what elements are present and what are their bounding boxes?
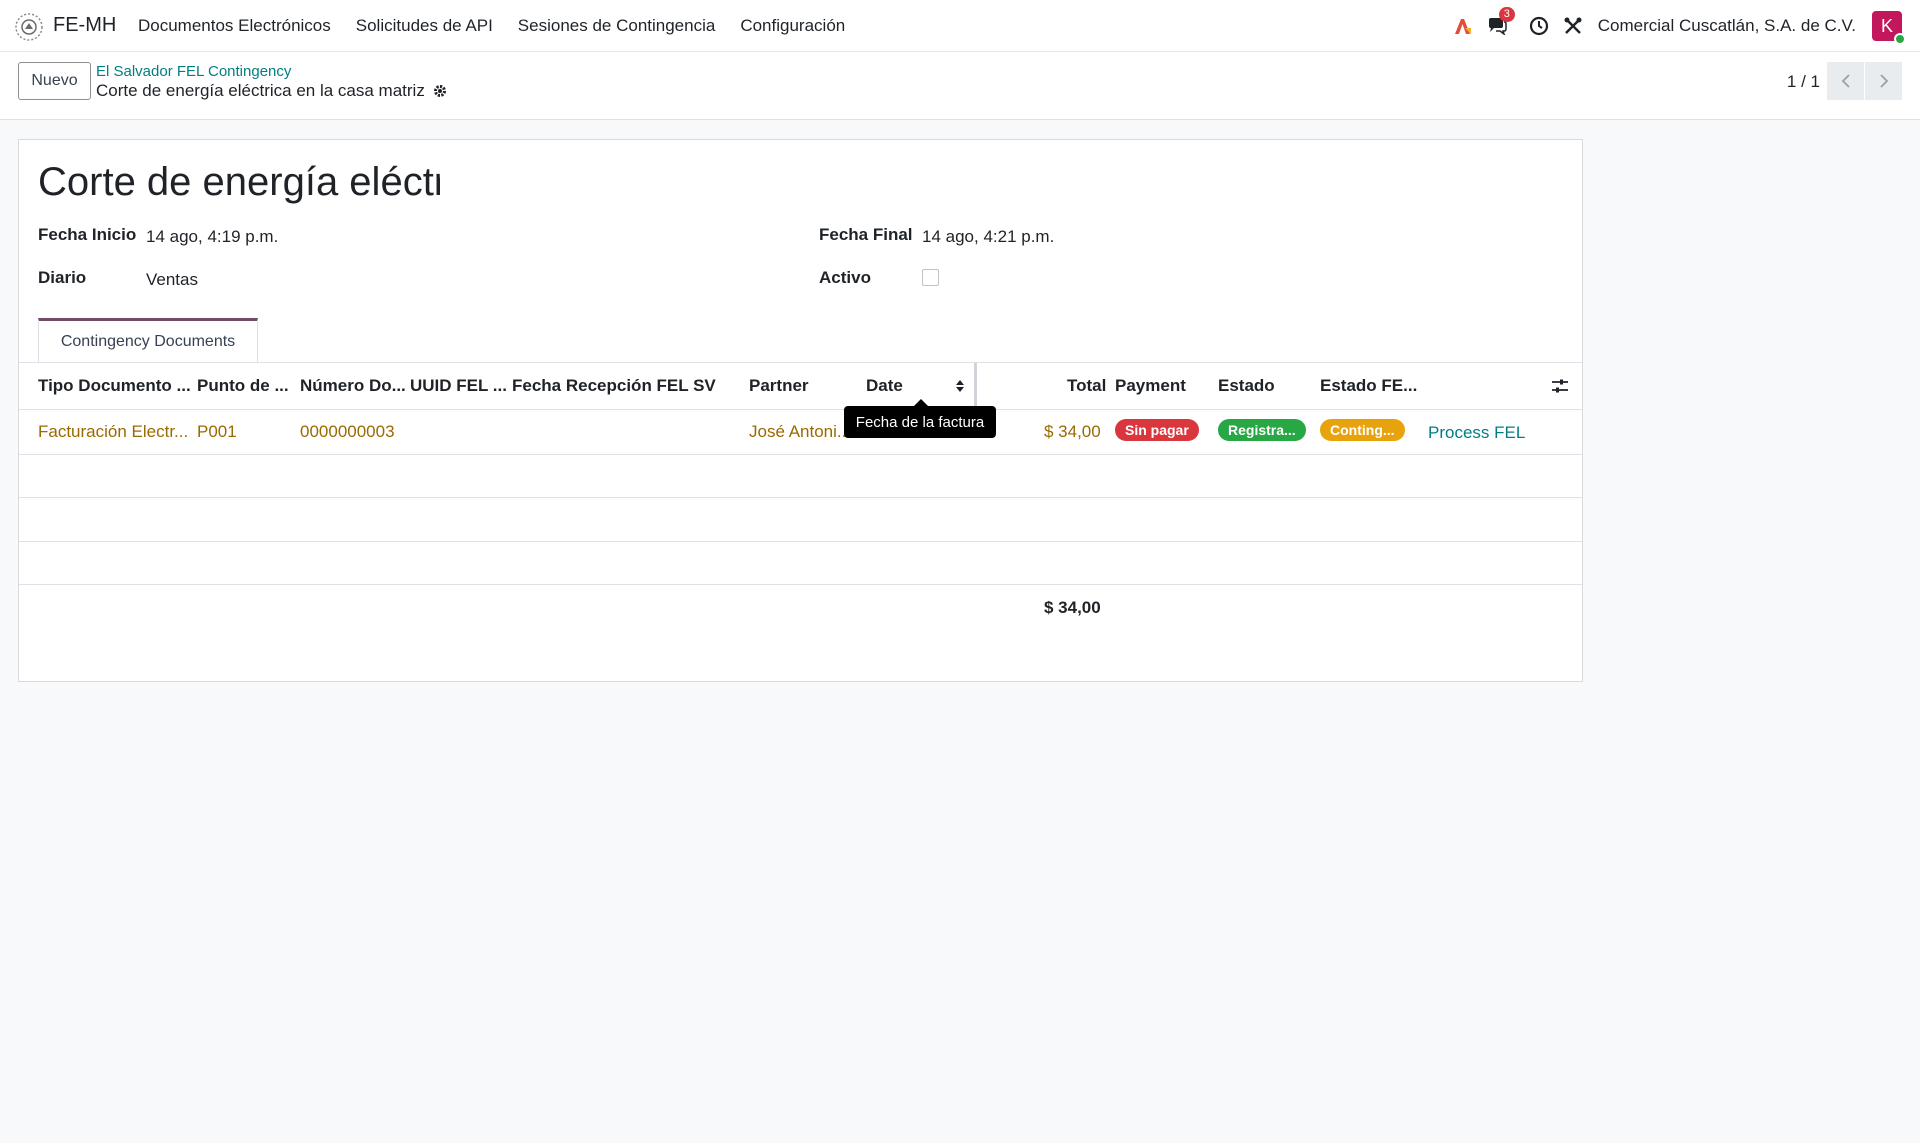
messages-icon[interactable]: 3 [1486, 7, 1515, 37]
diario-label: Diario [38, 268, 87, 287]
cell-numero[interactable]: 0000000003 [300, 422, 395, 442]
payment-status-badge: Sin pagar [1115, 419, 1199, 441]
menu-documentos-electronicos[interactable]: Documentos Electrónicos [138, 16, 331, 36]
breadcrumb-parent[interactable]: El Salvador FEL Contingency [96, 63, 291, 80]
cell-punto[interactable]: P001 [197, 422, 237, 442]
user-avatar[interactable]: K [1872, 11, 1906, 45]
activity-clock-icon[interactable] [1528, 15, 1550, 37]
debug-tools-icon[interactable] [1562, 15, 1584, 37]
menu-sesiones-contingencia[interactable]: Sesiones de Contingencia [518, 16, 716, 36]
app-name[interactable]: FE-MH [53, 14, 116, 37]
column-header-payment[interactable]: Payment [1115, 376, 1186, 396]
pager-value[interactable]: 1 / 1 [1787, 72, 1820, 92]
pager-next-button[interactable] [1865, 62, 1902, 100]
column-header-fecha-recepcion[interactable]: Fecha Recepción FEL SV [512, 376, 716, 396]
column-header-punto[interactable]: Punto de ... [197, 376, 289, 396]
date-column-tooltip: Fecha de la factura [844, 399, 996, 438]
new-button[interactable]: Nuevo [18, 62, 91, 100]
company-switcher[interactable]: Comercial Cuscatlán, S.A. de C.V. [1598, 16, 1856, 36]
column-header-numero[interactable]: Número Do... [300, 376, 406, 396]
optional-columns-icon[interactable] [1551, 377, 1569, 400]
footer-divider [19, 584, 1582, 585]
messages-badge: 3 [1498, 7, 1515, 22]
column-header-estado-fel[interactable]: Estado FE... [1320, 376, 1417, 396]
ai-icon[interactable] [1452, 15, 1474, 37]
tab-contingency-documents[interactable]: Contingency Documents [38, 318, 258, 363]
record-title-input[interactable]: Corte de energía eléctri [38, 160, 440, 205]
online-status-dot [1894, 33, 1906, 45]
control-panel: Nuevo El Salvador FEL Contingency Corte … [0, 52, 1920, 120]
avatar-initial: K [1880, 15, 1893, 36]
app-logo-icon[interactable] [14, 12, 44, 42]
activo-checkbox[interactable] [922, 269, 939, 286]
row-divider [19, 454, 1582, 455]
column-header-partner[interactable]: Partner [749, 376, 809, 396]
header-row-divider [19, 409, 1582, 410]
column-header-date[interactable]: Date [866, 376, 903, 396]
sort-icon[interactable] [955, 378, 965, 399]
footer-total: $ 34,00 [1044, 598, 1101, 617]
top-navbar: FE-MH Documentos Electrónicos Solicitude… [0, 0, 1920, 52]
fecha-inicio-field[interactable]: 14 ago, 4:19 p.m. [146, 227, 278, 247]
breadcrumb-current-label: Corte de energía eléctrica en la casa ma… [96, 81, 425, 100]
form-sheet: Corte de energía eléctri Fecha Inicio 14… [18, 139, 1583, 682]
estado-status-badge: Registra... [1218, 419, 1306, 441]
tab-divider [19, 362, 1582, 363]
fecha-inicio-label: Fecha Inicio [38, 225, 137, 244]
column-header-tipo-documento[interactable]: Tipo Documento ... [38, 376, 191, 396]
gear-icon[interactable] [433, 84, 447, 98]
chevron-left-icon [1841, 74, 1850, 88]
menu-solicitudes-api[interactable]: Solicitudes de API [356, 16, 493, 36]
row-divider [19, 497, 1582, 498]
menu-configuracion[interactable]: Configuración [740, 16, 845, 36]
diario-field[interactable]: Ventas [146, 270, 198, 290]
systray: 3 Comercial Cuscatlán, S.A. de C.V. K [1440, 7, 1906, 45]
breadcrumb-current: Corte de energía eléctrica en la casa ma… [96, 81, 447, 101]
chevron-right-icon [1879, 74, 1888, 88]
cell-partner[interactable]: José Antoni... [749, 422, 851, 442]
column-header-total[interactable]: Total [1067, 376, 1106, 396]
process-fel-button[interactable]: Process FEL [1428, 423, 1525, 443]
column-resize-handle[interactable] [974, 363, 977, 409]
activo-label: Activo [819, 268, 871, 287]
cell-total[interactable]: $ 34,00 [1044, 422, 1101, 442]
row-divider [19, 541, 1582, 542]
main-menu: Documentos Electrónicos Solicitudes de A… [138, 16, 870, 36]
fecha-final-label: Fecha Final [819, 225, 913, 244]
estado-fel-status-badge: Conting... [1320, 419, 1405, 441]
column-header-uuid[interactable]: UUID FEL ... [410, 376, 507, 396]
column-header-estado[interactable]: Estado [1218, 376, 1275, 396]
cell-tipo-documento[interactable]: Facturación Electr... [38, 422, 188, 442]
fecha-final-field[interactable]: 14 ago, 4:21 p.m. [922, 227, 1054, 247]
pager-previous-button[interactable] [1827, 62, 1864, 100]
